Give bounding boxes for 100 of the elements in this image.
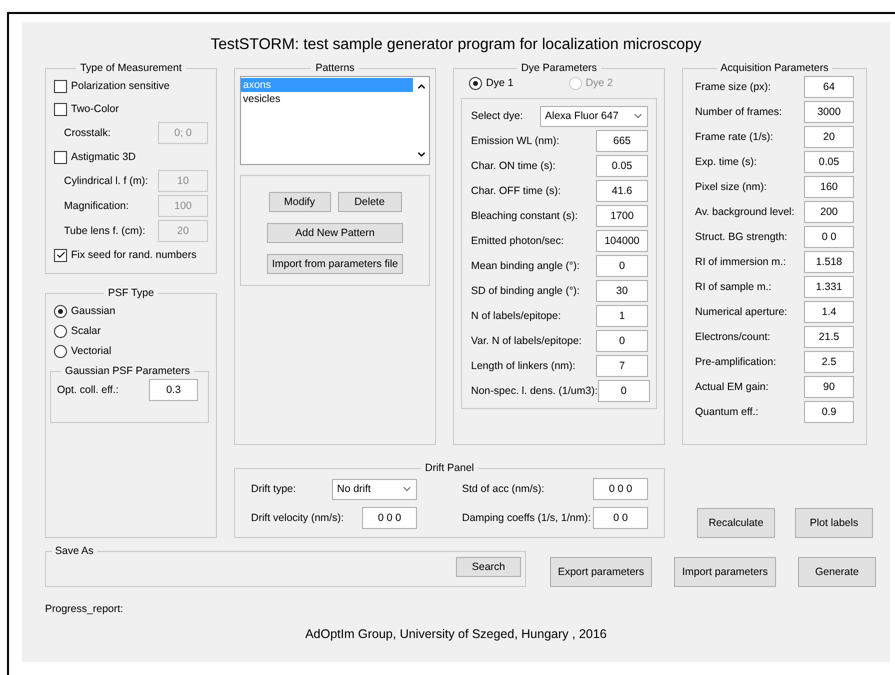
search-button[interactable]: Search bbox=[456, 557, 521, 577]
pattern-button[interactable]: Import from parameters file bbox=[267, 254, 403, 274]
input-field[interactable]: 0.05 bbox=[596, 155, 648, 177]
field-label: Char. ON time (s): bbox=[471, 160, 556, 172]
radio-button[interactable] bbox=[54, 324, 67, 338]
group-title: Patterns bbox=[314, 62, 356, 74]
field-label: Bleaching constant (s): bbox=[471, 210, 578, 222]
checkbox[interactable] bbox=[54, 248, 67, 262]
field-label: Electrons/count: bbox=[695, 331, 770, 343]
radio-label: Vectorial bbox=[71, 345, 112, 357]
list-item[interactable]: vesicles bbox=[241, 92, 413, 106]
input-field[interactable]: 64 bbox=[804, 76, 854, 98]
field-label: Pixel size (nm): bbox=[695, 181, 767, 193]
input-field[interactable]: 1.518 bbox=[804, 251, 854, 273]
field-label: Var. N of labels/epitope: bbox=[471, 335, 582, 347]
check-icon bbox=[56, 250, 66, 260]
field-label: Actual EM gain: bbox=[695, 381, 769, 393]
field-label: Non-spec. l. dens. (1/um3): bbox=[471, 385, 598, 397]
window-title: TestSTORM: test sample generator program for localization microscopy bbox=[210, 36, 702, 54]
field-label: Frame size (px): bbox=[695, 81, 771, 93]
field-label: Av. background level: bbox=[695, 206, 794, 218]
input-field[interactable]: 104000 bbox=[596, 230, 648, 252]
field-label: Quantum eff.: bbox=[695, 406, 758, 418]
input-field[interactable]: 1700 bbox=[596, 205, 648, 227]
field-label: N of labels/epitope: bbox=[471, 310, 561, 322]
input-field[interactable]: 0.05 bbox=[804, 151, 854, 173]
field-label: Char. OFF time (s): bbox=[471, 185, 561, 197]
input-field[interactable]: 21.5 bbox=[804, 326, 854, 348]
footer-text: AdOptIm Group, University of Szeged, Hungary , 2016 bbox=[304, 627, 608, 641]
input-field[interactable]: 1 bbox=[596, 305, 648, 327]
field-label: RI of sample m.: bbox=[695, 281, 772, 293]
field-label: Emission WL (nm): bbox=[471, 135, 560, 147]
field-label: Exp. time (s): bbox=[695, 156, 757, 168]
checkbox[interactable] bbox=[54, 80, 67, 92]
input-field[interactable]: 200 bbox=[804, 201, 854, 223]
pattern-button[interactable]: Add New Pattern bbox=[267, 223, 403, 243]
action-button[interactable]: Export parameters bbox=[550, 557, 652, 587]
input-field[interactable]: 0 bbox=[596, 330, 648, 352]
radio-button[interactable] bbox=[54, 344, 67, 358]
radio-label: Gaussian bbox=[71, 305, 116, 317]
radio-label: Scalar bbox=[71, 325, 101, 337]
field-label: Drift type: bbox=[251, 483, 296, 495]
field-label: Opt. coll. eff.: bbox=[57, 384, 119, 396]
input-field[interactable]: 0 0 bbox=[804, 226, 854, 248]
action-button[interactable]: Import parameters bbox=[674, 557, 776, 587]
input-field[interactable]: 30 bbox=[596, 280, 648, 302]
radio-button[interactable] bbox=[469, 76, 482, 90]
checkbox-label: Astigmatic 3D bbox=[71, 151, 136, 163]
field-label: Crosstalk: bbox=[64, 127, 111, 139]
input-field[interactable]: 1.331 bbox=[804, 276, 854, 298]
input-field[interactable]: 7 bbox=[596, 355, 648, 377]
input-field[interactable]: 160 bbox=[804, 176, 854, 198]
group-title: Drift Panel bbox=[424, 462, 476, 474]
field-label: Select dye: bbox=[471, 110, 523, 122]
field-label: Drift velocity (nm/s): bbox=[251, 512, 344, 524]
field-label: RI of immersion m.: bbox=[695, 256, 786, 268]
checkbox-label: Two-Color bbox=[71, 103, 119, 115]
input-field[interactable]: 20 bbox=[804, 126, 854, 148]
field-label: Frame rate (1/s): bbox=[695, 131, 774, 143]
field-label: Magnification: bbox=[64, 200, 129, 212]
pattern-button[interactable]: Delete bbox=[338, 192, 402, 212]
input-field[interactable]: 0.3 bbox=[149, 379, 198, 401]
field-label: Damping coeffs (1/s, 1/nm): bbox=[462, 512, 591, 524]
input-field[interactable]: 41.6 bbox=[596, 180, 648, 202]
checkbox[interactable] bbox=[54, 150, 67, 164]
input-field[interactable]: 0 0 bbox=[593, 506, 648, 528]
input-field[interactable]: 0 0 0 bbox=[593, 478, 648, 500]
field-label: Cylindrical l. f (m): bbox=[64, 175, 148, 187]
input-field[interactable]: 0.9 bbox=[804, 401, 854, 423]
radio-button[interactable] bbox=[54, 304, 67, 318]
field-label: SD of binding angle (°): bbox=[471, 285, 580, 297]
field-label: Tube lens f. (cm): bbox=[64, 225, 146, 237]
input-field[interactable]: 0 0 0 bbox=[362, 506, 417, 528]
input-field[interactable]: 90 bbox=[804, 376, 854, 398]
input-field[interactable]: 2.5 bbox=[804, 351, 854, 373]
action-button[interactable]: Generate bbox=[798, 557, 876, 587]
field-label: Pre-amplification: bbox=[695, 356, 776, 368]
group-title: Save As bbox=[54, 545, 95, 557]
input-field[interactable]: 3000 bbox=[804, 101, 854, 123]
group-title: Gaussian PSF Parameters bbox=[64, 365, 191, 377]
action-button[interactable]: Recalculate bbox=[697, 508, 775, 538]
input-field[interactable]: 0 bbox=[596, 255, 648, 277]
drift-type-dropdown[interactable]: No drift bbox=[332, 478, 417, 500]
radio-label: Dye 2 bbox=[586, 77, 613, 89]
group-title: PSF Type bbox=[107, 287, 155, 299]
progress-label: Progress_report: bbox=[45, 603, 124, 615]
input-field[interactable]: 665 bbox=[596, 130, 648, 152]
field-label: Emitted photon/sec: bbox=[471, 235, 564, 247]
field-label: Numerical aperture: bbox=[695, 306, 788, 318]
group-title: Acquisition Parameters bbox=[720, 62, 830, 74]
field-label: Length of linkers (nm): bbox=[471, 360, 576, 372]
field-label: Mean binding angle (°): bbox=[471, 260, 580, 272]
checkbox-label: Fix seed for rand. numbers bbox=[71, 249, 196, 261]
dye-dropdown[interactable]: Alexa Fluor 647 bbox=[540, 106, 648, 126]
action-button[interactable]: Plot labels bbox=[795, 508, 873, 538]
checkbox[interactable] bbox=[54, 102, 67, 116]
field-label: Struct. BG strength: bbox=[695, 231, 788, 243]
input-field[interactable]: 1.4 bbox=[804, 301, 854, 323]
input-field[interactable]: 0 bbox=[598, 380, 650, 402]
pattern-button[interactable]: Modify bbox=[268, 192, 330, 212]
